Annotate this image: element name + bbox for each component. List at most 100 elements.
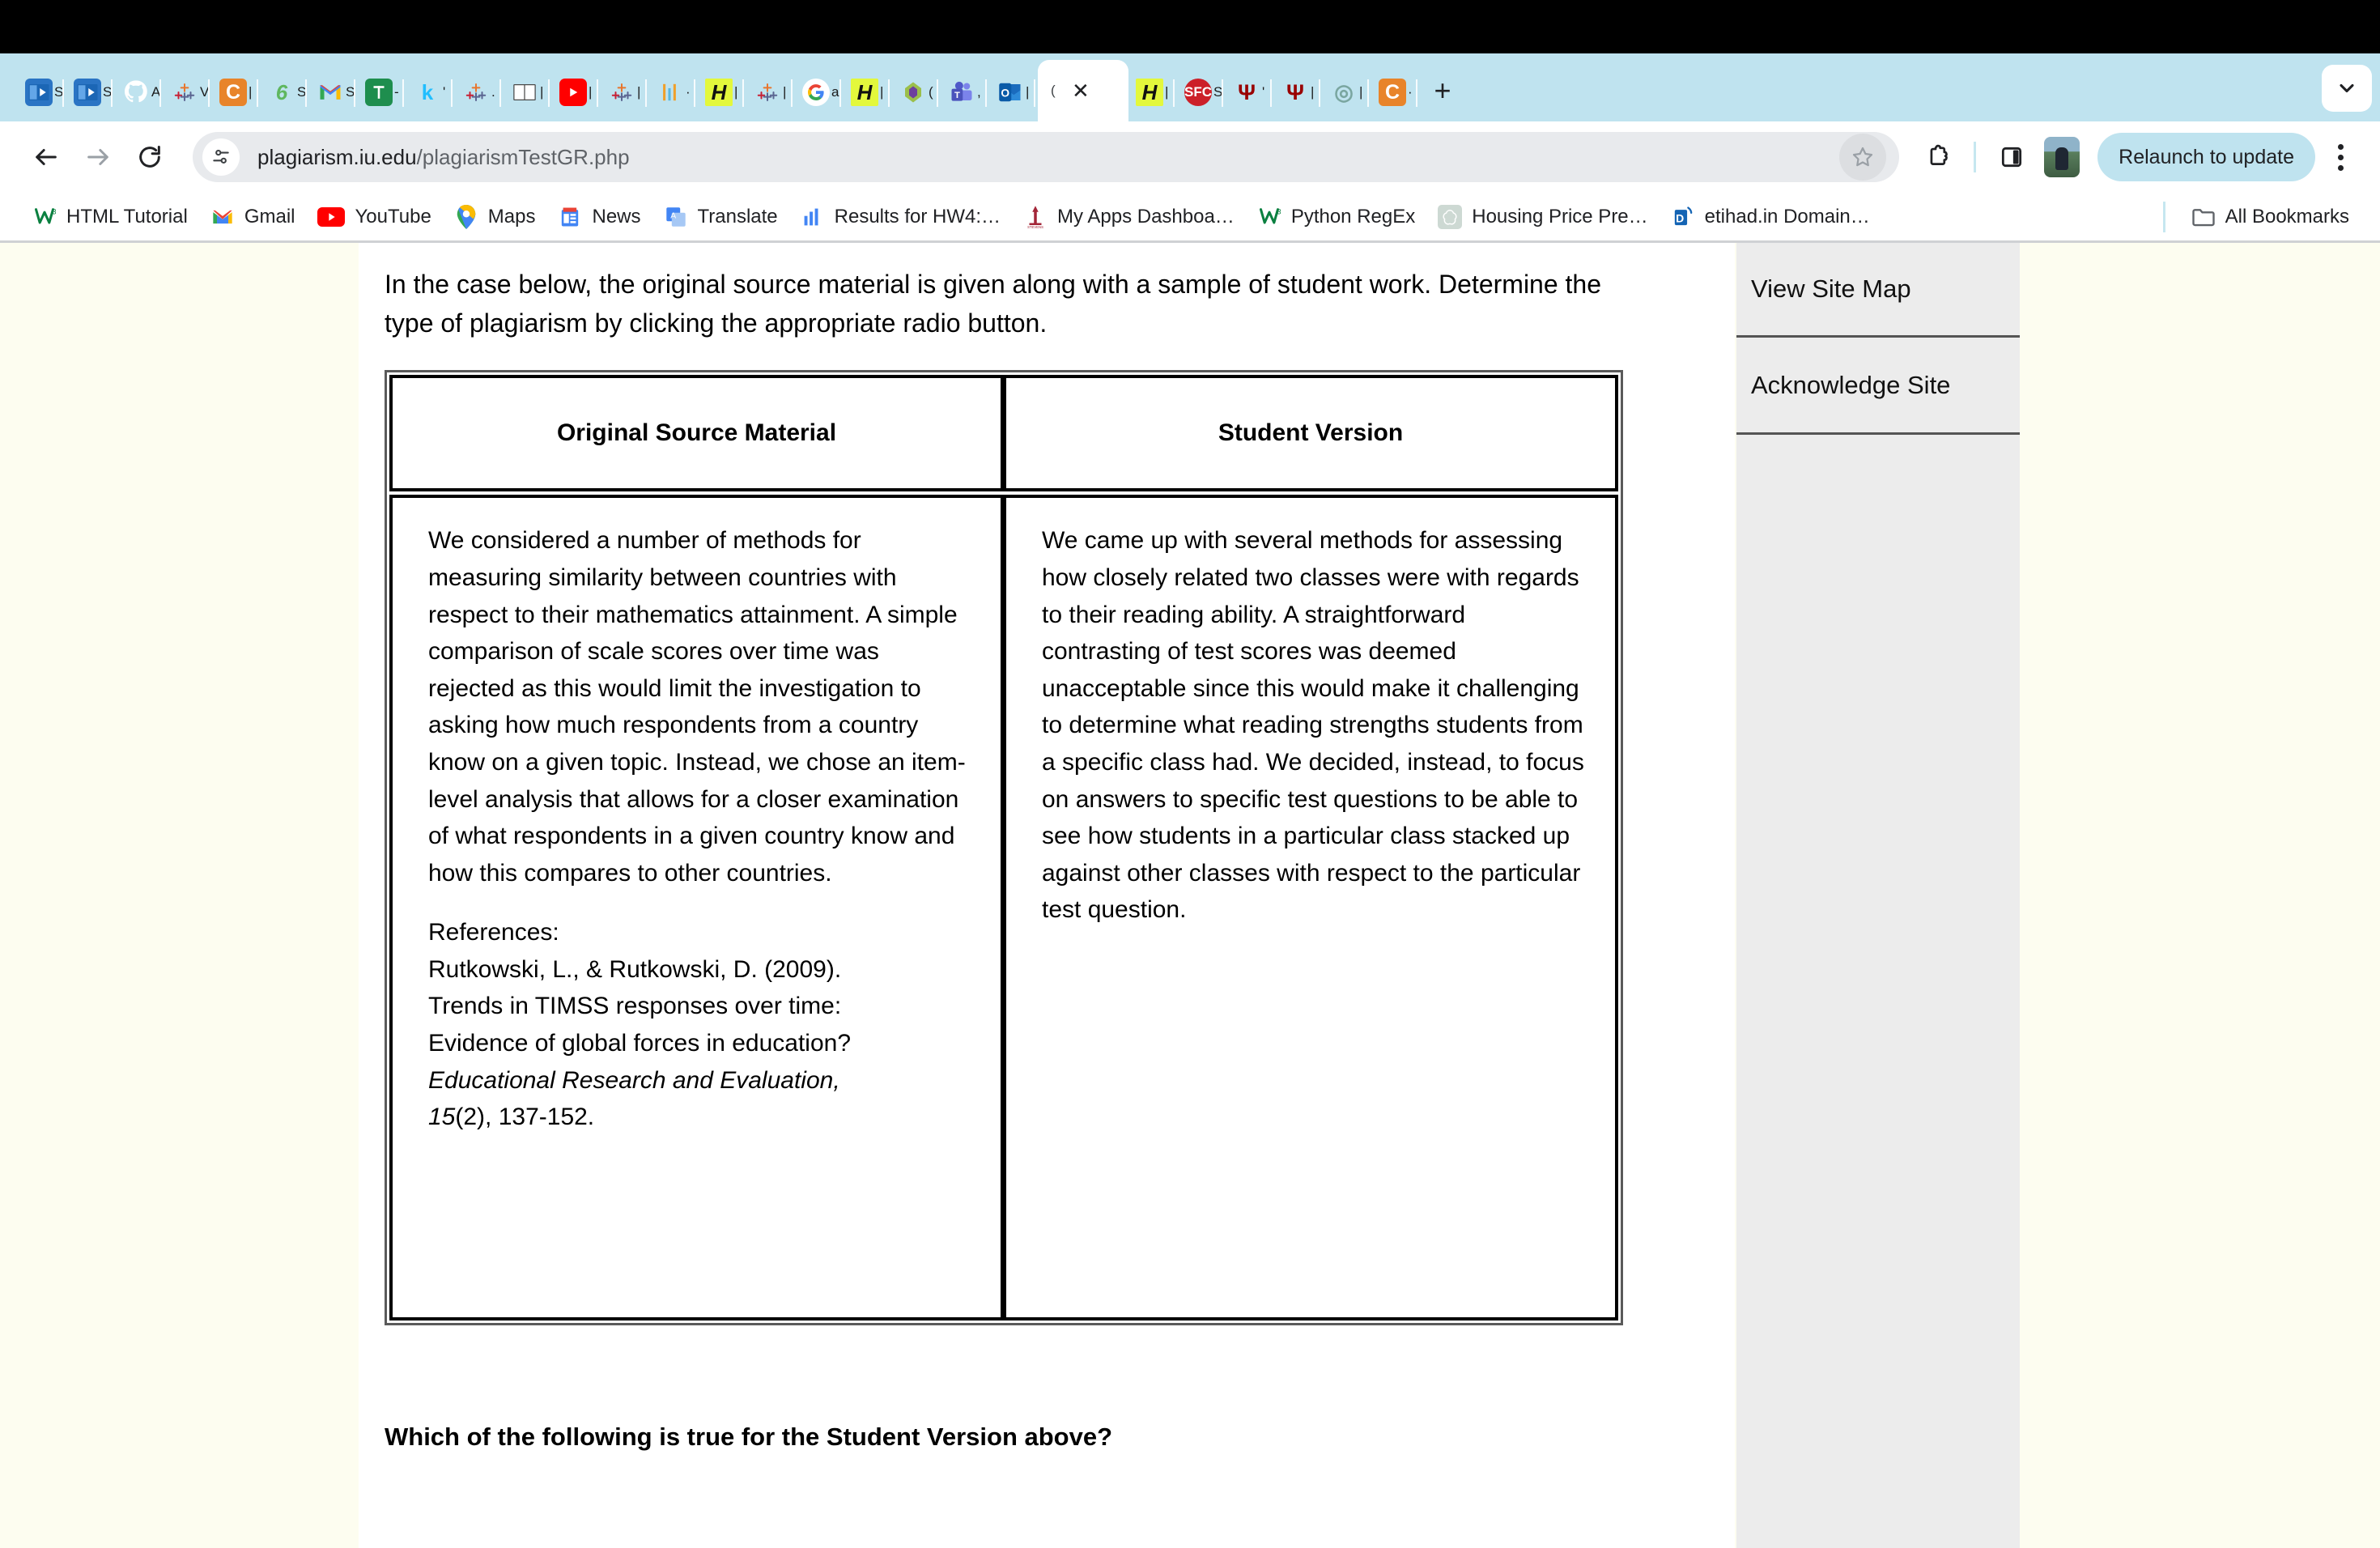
reference-line-3: Evidence of global forces in education? bbox=[428, 1030, 852, 1057]
sidebar-item-view-site-map[interactable]: View Site Map bbox=[1736, 243, 2020, 338]
browser-tab[interactable]: - bbox=[358, 63, 400, 121]
instructions-text: In the case below, the original source m… bbox=[385, 270, 1602, 338]
original-source-references: References: Rutkowski, L., & Rutkowski, … bbox=[428, 914, 971, 1136]
browser-tab[interactable]: Ψ ' bbox=[1226, 63, 1268, 121]
tab-separator bbox=[937, 79, 938, 107]
browser-tab[interactable]: V bbox=[164, 63, 208, 121]
spiral-icon: ◎ bbox=[1334, 79, 1354, 104]
tab-title: | bbox=[540, 84, 544, 100]
browser-tab[interactable]: | bbox=[746, 63, 788, 121]
w3schools-icon: 3 bbox=[32, 205, 57, 229]
bookmarks-divider bbox=[2162, 201, 2165, 232]
os-title-bar bbox=[0, 0, 2380, 53]
browser-tab[interactable]: · bbox=[649, 63, 691, 121]
browser-tab[interactable]: S bbox=[309, 63, 354, 121]
indiana-university-icon: Ψ bbox=[1286, 79, 1304, 104]
star-icon[interactable] bbox=[1839, 134, 1887, 181]
bookmark-python-regex[interactable]: 3 Python RegEx bbox=[1246, 198, 1426, 236]
folder-icon bbox=[2191, 205, 2216, 229]
chrome-menu-button[interactable] bbox=[2320, 134, 2361, 181]
bookmark-label: Translate bbox=[697, 205, 778, 228]
tab-title: A bbox=[151, 84, 159, 100]
tab-title: ( bbox=[929, 84, 933, 100]
bookmark-label: My Apps Dashboa… bbox=[1057, 205, 1235, 228]
relaunch-to-update-button[interactable]: Relaunch to update bbox=[2097, 133, 2315, 181]
browser-tab[interactable]: . bbox=[455, 63, 497, 121]
browser-tab[interactable]: O | bbox=[989, 63, 1031, 121]
browser-tab[interactable]: C | bbox=[212, 63, 254, 121]
tab-title: · bbox=[686, 84, 691, 100]
close-icon[interactable]: ✕ bbox=[1072, 80, 1090, 101]
browser-tab[interactable]: S bbox=[66, 63, 111, 121]
tab-separator bbox=[985, 79, 987, 107]
original-source-body: We considered a number of methods for me… bbox=[428, 527, 966, 887]
svg-text:T: T bbox=[954, 91, 960, 100]
bookmark-etihad-domain[interactable]: D etihad.in Domain… bbox=[1660, 198, 1881, 236]
book-icon bbox=[511, 79, 538, 106]
sidebar-item-label: View Site Map bbox=[1751, 274, 1911, 303]
bookmark-maps[interactable]: Maps bbox=[443, 198, 547, 236]
browser-tab[interactable]: 6 S bbox=[261, 63, 305, 121]
tab-title: | bbox=[1026, 84, 1030, 100]
column-header-student-version: Student Version bbox=[1004, 375, 1618, 492]
bookmark-gmail[interactable]: Gmail bbox=[199, 198, 307, 236]
browser-tab[interactable]: | bbox=[552, 63, 594, 121]
address-bar[interactable]: plagiarism.iu.edu/plagiarismTestGR.php bbox=[193, 132, 1900, 182]
dan-icon: D bbox=[1671, 205, 1695, 229]
tab-title: , bbox=[977, 84, 981, 100]
google-maps-icon bbox=[454, 204, 478, 229]
tab-separator bbox=[1416, 79, 1417, 107]
coursera-icon: C bbox=[1379, 79, 1406, 106]
browser-tab[interactable]: | bbox=[601, 63, 643, 121]
chart-icon bbox=[657, 79, 684, 106]
sidebar-item-acknowledge-site[interactable]: Acknowledge Site bbox=[1736, 338, 2020, 432]
tab-separator bbox=[791, 79, 793, 107]
highlight-h-icon: H bbox=[1136, 79, 1163, 106]
tab-title: V bbox=[200, 84, 208, 100]
browser-tab[interactable]: H | bbox=[698, 63, 740, 121]
tab-title: | bbox=[249, 84, 253, 100]
all-bookmarks-button[interactable]: All Bookmarks bbox=[2180, 198, 2361, 236]
profile-avatar[interactable] bbox=[2039, 134, 2085, 180]
browser-tab[interactable]: H | bbox=[844, 63, 886, 121]
new-tab-button[interactable]: + bbox=[1420, 68, 1465, 113]
w3schools-icon: 3 bbox=[1257, 205, 1281, 229]
browser-tab-active[interactable]: ( ✕ bbox=[1038, 60, 1128, 121]
browser-tab[interactable]: ( bbox=[892, 63, 934, 121]
reload-icon[interactable] bbox=[126, 134, 173, 181]
bookmark-results-hw4[interactable]: Results for HW4:… bbox=[789, 198, 1012, 236]
all-bookmarks-label: All Bookmarks bbox=[2225, 205, 2349, 228]
bookmark-label: News bbox=[592, 205, 641, 228]
tableau-icon bbox=[608, 79, 635, 106]
bookmark-html-tutorial[interactable]: 3 HTML Tutorial bbox=[21, 198, 199, 236]
svg-text:STEVENS: STEVENS bbox=[1027, 224, 1043, 228]
browser-tab[interactable]: C · bbox=[1371, 63, 1413, 121]
bookmark-label: etihad.in Domain… bbox=[1704, 205, 1870, 228]
bookmark-translate[interactable]: A Translate bbox=[652, 198, 789, 236]
bookmark-youtube[interactable]: YouTube bbox=[306, 198, 442, 236]
sidebar-background bbox=[1736, 435, 2020, 1548]
svg-text:3: 3 bbox=[52, 207, 56, 215]
browser-tab[interactable]: H | bbox=[1128, 63, 1171, 121]
browser-tab[interactable]: a bbox=[795, 63, 839, 121]
browser-tab[interactable]: SFC S bbox=[1177, 63, 1222, 121]
bookmark-housing-price-prediction[interactable]: Housing Price Pre… bbox=[1426, 198, 1659, 236]
tableau-icon bbox=[462, 79, 490, 106]
back-arrow-icon[interactable] bbox=[23, 134, 70, 181]
bookmark-news[interactable]: News bbox=[546, 198, 652, 236]
browser-tab[interactable]: T , bbox=[941, 63, 983, 121]
gem-icon bbox=[899, 79, 927, 106]
site-settings-icon[interactable] bbox=[202, 138, 240, 176]
extensions-puzzle-icon[interactable] bbox=[1915, 134, 1961, 180]
tab-search-chevron-down-icon[interactable] bbox=[2322, 65, 2372, 112]
browser-tab[interactable]: k ' bbox=[406, 63, 448, 121]
side-panel-icon[interactable] bbox=[1989, 134, 2034, 180]
browser-tab[interactable]: ◎ | bbox=[1323, 63, 1365, 121]
bookmark-my-apps-dashboard[interactable]: STEVENS My Apps Dashboa… bbox=[1012, 198, 1246, 236]
forward-arrow-icon[interactable] bbox=[74, 134, 121, 181]
browser-tab[interactable]: S bbox=[18, 63, 62, 121]
cell-student-version: We came up with several methods for asse… bbox=[1004, 495, 1618, 1321]
browser-tab[interactable]: | bbox=[504, 63, 546, 121]
browser-tab[interactable]: A bbox=[115, 63, 159, 121]
browser-tab[interactable]: Ψ | bbox=[1274, 63, 1316, 121]
